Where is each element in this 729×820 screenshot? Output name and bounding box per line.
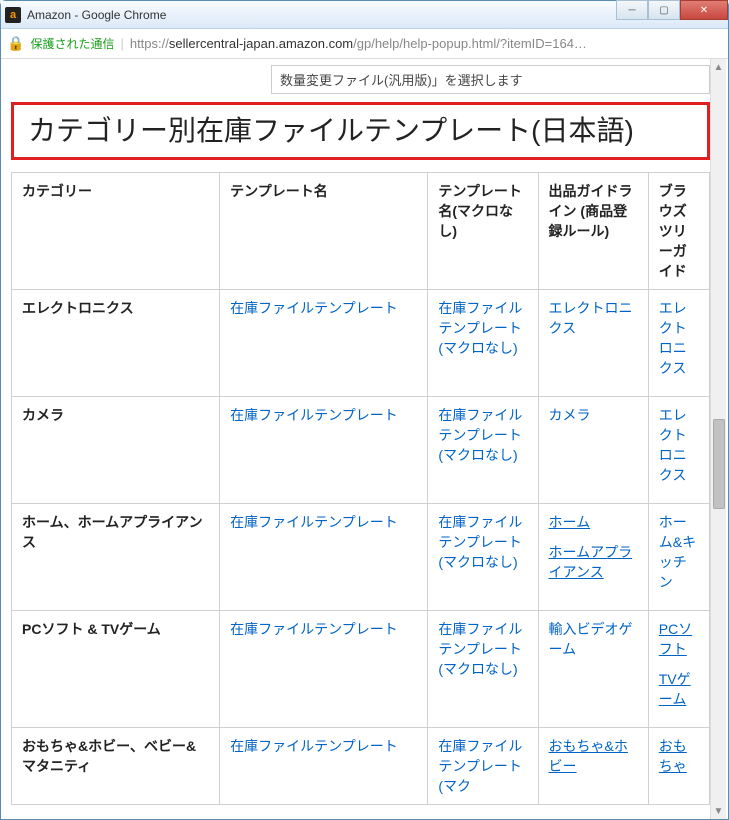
category-cell: カメラ <box>12 397 220 504</box>
browse-link[interactable]: PCソフト <box>659 619 699 659</box>
template-nomacro-cell: 在庫ファイルテンプレート(マクロなし) <box>428 290 538 397</box>
content-area: 数量変更ファイル(汎用版)」を選択します カテゴリー別在庫ファイルテンプレート(… <box>1 59 728 819</box>
header-template: テンプレート名 <box>220 173 428 290</box>
browse-cell: おもちゃ <box>648 728 709 805</box>
maximize-button[interactable]: ▢ <box>648 0 680 20</box>
template-link[interactable]: 在庫ファイルテンプレート <box>230 300 398 316</box>
minimize-button[interactable]: ─ <box>616 0 648 20</box>
category-cell: おもちゃ&ホビー、ベビー&マタニティ <box>12 728 220 805</box>
header-template-nomacro: テンプレート名(マクロなし) <box>428 173 538 290</box>
table-row: PCソフト & TVゲーム在庫ファイルテンプレート 在庫ファイルテンプレート(マク… <box>12 611 710 728</box>
template-nomacro-link[interactable]: 在庫ファイルテンプレート(マク <box>438 738 522 794</box>
template-cell: 在庫ファイルテンプレート <box>220 290 428 397</box>
template-table: カテゴリー テンプレート名 テンプレート名(マクロなし) 出品ガイドライン (商… <box>11 172 710 805</box>
guideline-link[interactable]: ホーム <box>549 512 591 532</box>
template-cell: 在庫ファイルテンプレート <box>220 397 428 504</box>
scrollbar[interactable]: ▲ ▼ <box>710 59 726 819</box>
amazon-favicon-icon: a <box>5 7 21 23</box>
scroll-thumb[interactable] <box>713 419 725 509</box>
page-title: カテゴリー別在庫ファイルテンプレート(日本語) <box>11 102 710 160</box>
url-text: https://sellercentral-japan.amazon.com/g… <box>130 36 587 51</box>
browse-cell: ホーム&キッチン <box>648 504 709 611</box>
close-button[interactable]: ✕ <box>680 0 728 20</box>
browse-link[interactable]: ホーム&キッチン <box>659 512 699 592</box>
browse-link[interactable]: エレクトロニクス <box>659 298 699 378</box>
table-row: カメラ在庫ファイルテンプレート在庫ファイルテンプレート(マクロなし)カメラエレク… <box>12 397 710 504</box>
scroll-down-icon[interactable]: ▼ <box>711 803 726 819</box>
browse-link[interactable]: エレクトロニクス <box>659 405 699 485</box>
window-controls: ─ ▢ ✕ <box>616 0 728 20</box>
template-nomacro-cell: 在庫ファイルテンプレート(マクロなし) <box>428 397 538 504</box>
guideline-link[interactable]: エレクトロニクス <box>549 298 638 338</box>
scroll-up-icon[interactable]: ▲ <box>711 59 726 75</box>
template-nomacro-cell: 在庫ファイルテンプレート(マクロなし) <box>428 611 538 728</box>
template-cell: 在庫ファイルテンプレート <box>220 504 428 611</box>
header-category: カテゴリー <box>12 173 220 290</box>
template-link[interactable]: 在庫ファイルテンプレート <box>230 738 398 754</box>
url-scheme: https:// <box>130 36 169 51</box>
guideline-link[interactable]: カメラ <box>549 405 591 425</box>
template-nomacro-cell: 在庫ファイルテンプレート(マク <box>428 728 538 805</box>
template-nomacro-link[interactable]: 在庫ファイルテンプレート(マクロなし) <box>438 514 522 570</box>
page-content: 数量変更ファイル(汎用版)」を選択します カテゴリー別在庫ファイルテンプレート(… <box>1 59 728 811</box>
template-link[interactable]: 在庫ファイルテンプレート <box>230 407 398 423</box>
address-bar[interactable]: 🔒 保護された通信 | https://sellercentral-japan.… <box>1 29 728 59</box>
template-nomacro-cell: 在庫ファイルテンプレート(マクロなし) <box>428 504 538 611</box>
table-row: エレクトロニクス在庫ファイルテンプレート在庫ファイルテンプレート(マクロなし)エ… <box>12 290 710 397</box>
category-cell: PCソフト & TVゲーム <box>12 611 220 728</box>
template-link[interactable]: 在庫ファイルテンプレート <box>230 514 398 530</box>
template-link[interactable]: 在庫ファイルテンプレート <box>230 621 398 637</box>
browse-cell: エレクトロニクス <box>648 290 709 397</box>
browse-link[interactable]: おもちゃ <box>659 736 699 776</box>
browse-cell: PCソフト TVゲーム <box>648 611 709 728</box>
header-guideline: 出品ガイドライン (商品登録ルール) <box>538 173 648 290</box>
browse-cell: エレクトロニクス <box>648 397 709 504</box>
guideline-cell: ホームホームアプライアンス <box>538 504 648 611</box>
category-cell: ホーム、ホームアプライアンス <box>12 504 220 611</box>
template-nomacro-link[interactable]: 在庫ファイルテンプレート(マクロなし) <box>438 407 522 463</box>
window-title: Amazon - Google Chrome <box>27 8 166 22</box>
titlebar: a Amazon - Google Chrome ─ ▢ ✕ <box>1 1 728 29</box>
table-header-row: カテゴリー テンプレート名 テンプレート名(マクロなし) 出品ガイドライン (商… <box>12 173 710 290</box>
template-nomacro-link[interactable]: 在庫ファイルテンプレート(マクロなし) <box>438 300 522 356</box>
table-row: ホーム、ホームアプライアンス在庫ファイルテンプレート 在庫ファイルテンプレート(マ… <box>12 504 710 611</box>
guideline-link[interactable]: ホームアプライアンス <box>549 542 638 582</box>
divider: | <box>120 36 123 51</box>
url-path: /gp/help/help-popup.html/?itemID=164… <box>353 36 587 51</box>
template-cell: 在庫ファイルテンプレート <box>220 728 428 805</box>
lock-icon: 🔒 <box>7 35 24 52</box>
guideline-cell: カメラ <box>538 397 648 504</box>
guideline-cell: おもちゃ&ホビー <box>538 728 648 805</box>
guideline-link[interactable]: 輸入ビデオゲーム <box>549 619 638 659</box>
category-cell: エレクトロニクス <box>12 290 220 397</box>
secure-label: 保護された通信 <box>30 35 114 52</box>
template-cell: 在庫ファイルテンプレート <box>220 611 428 728</box>
browse-link[interactable]: TVゲーム <box>659 669 699 709</box>
partial-top-text: 数量変更ファイル(汎用版)」を選択します <box>271 65 710 94</box>
guideline-cell: 輸入ビデオゲーム <box>538 611 648 728</box>
guideline-cell: エレクトロニクス <box>538 290 648 397</box>
template-nomacro-link[interactable]: 在庫ファイルテンプレート(マクロなし) <box>438 621 522 677</box>
url-host: sellercentral-japan.amazon.com <box>169 36 353 51</box>
table-row: おもちゃ&ホビー、ベビー&マタニティ在庫ファイルテンプレート 在庫ファイルテンプレ… <box>12 728 710 805</box>
header-browse: ブラウズツリーガイド <box>648 173 709 290</box>
guideline-link[interactable]: おもちゃ&ホビー <box>549 736 638 776</box>
browser-window: a Amazon - Google Chrome ─ ▢ ✕ 🔒 保護された通信… <box>0 0 729 820</box>
